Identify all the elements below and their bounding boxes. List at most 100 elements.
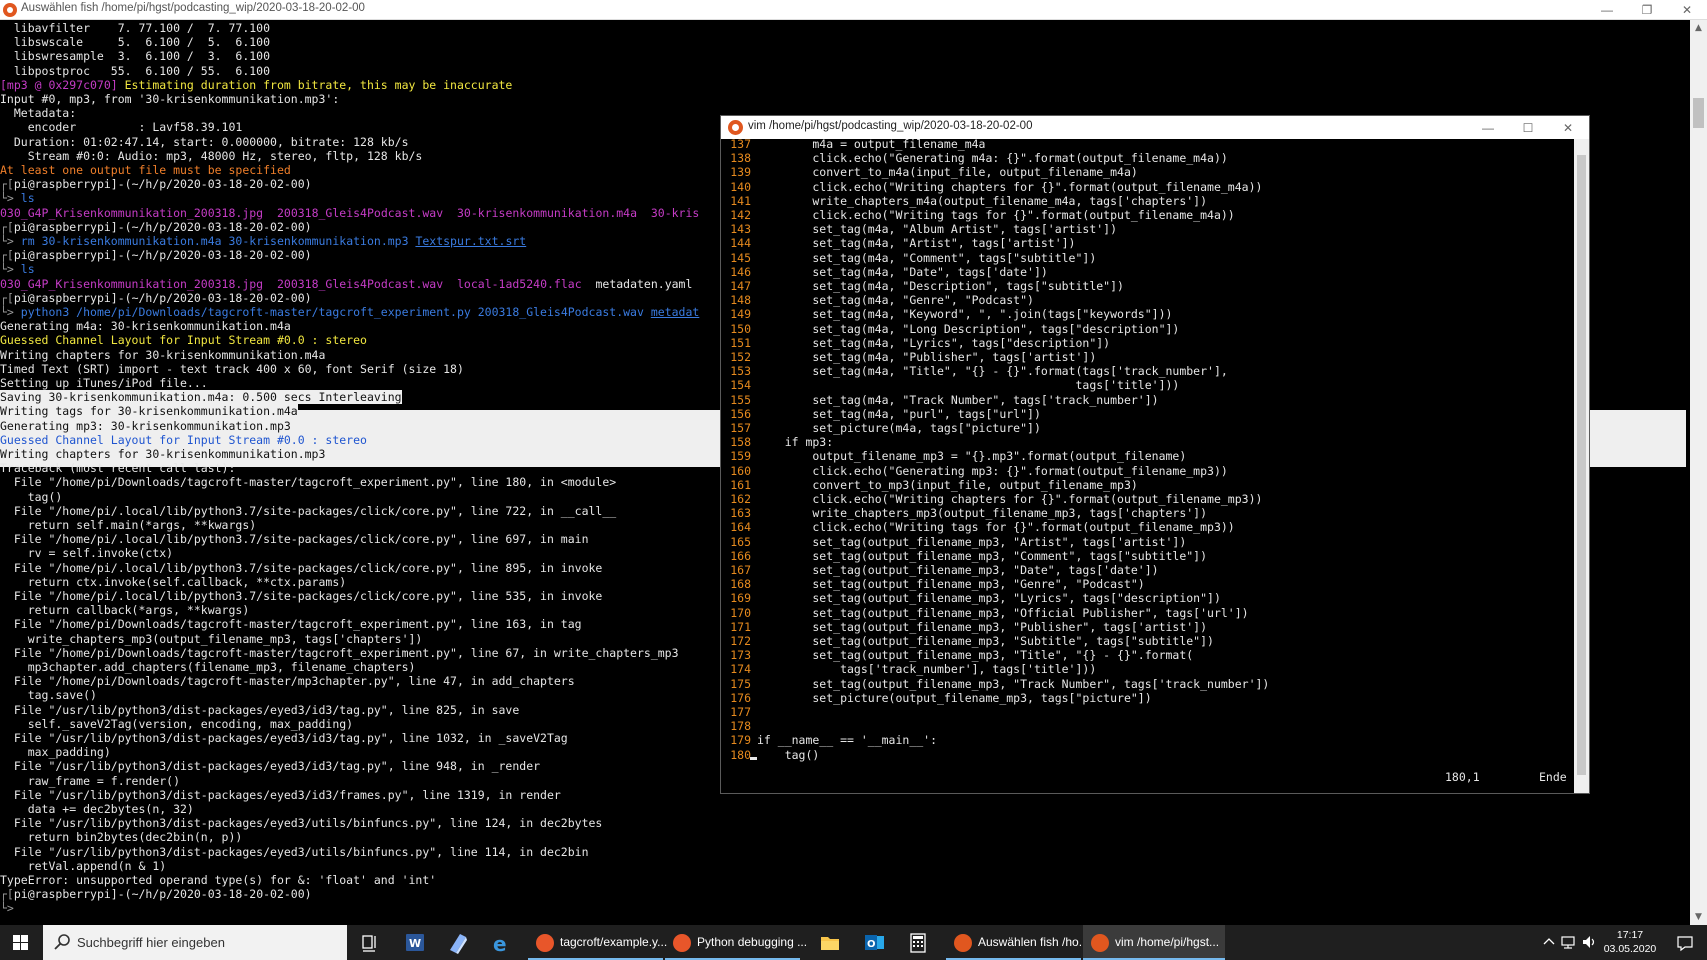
terminal-line: File "/home/pi/Downloads/tagcroft-master…: [0, 646, 679, 660]
minimize-button[interactable]: —: [1587, 0, 1627, 20]
code-text: convert_to_m4a(input_file, output_filena…: [757, 165, 1138, 180]
terminal-text: libswresample 3. 6.100 / 3. 6.100: [0, 49, 271, 64]
taskbar-app-firefox-python[interactable]: Python debugging ...: [665, 925, 807, 960]
taskbar-app-fish-terminal[interactable]: Auswählen fish /ho...: [946, 925, 1089, 960]
terminal-text: Writing chapters for 30-krisenkommunikat…: [0, 347, 326, 362]
vim-code-line: 146 set_tag(m4a, "Date", tags['date']): [721, 265, 1048, 279]
vim-code-line: 154 tags['title'])): [721, 378, 1179, 392]
clock-time[interactable]: 17:17: [1601, 929, 1659, 941]
close-button[interactable]: ✕: [1667, 0, 1707, 20]
outlook-button[interactable]: O: [852, 925, 896, 960]
scrollbar-thumb[interactable]: [1693, 98, 1704, 128]
terminal-line: libswscale 5. 6.100 / 5. 6.100: [0, 35, 270, 49]
word-button[interactable]: W: [392, 925, 436, 960]
terminal-text: └>: [0, 234, 21, 248]
maximize-button[interactable]: ❐: [1627, 0, 1667, 20]
vim-minimize-button[interactable]: —: [1468, 118, 1508, 138]
terminal-text: ]-(~/h/p/2020-03-18-20-02-00): [110, 177, 312, 192]
terminal-text: ┌[: [0, 887, 14, 902]
vim-code-line: 162 click.echo("Writing chapters for {}"…: [721, 492, 1262, 506]
terminal-line: ┌[pi@raspberrypi]-(~/h/p/2020-03-18-20-0…: [0, 248, 312, 262]
notes-app-button[interactable]: [436, 925, 480, 960]
terminal-titlebar[interactable]: Auswählen fish /home/pi/hgst/podcasting_…: [0, 0, 1707, 20]
vim-code-line: 153 set_tag(m4a, "Title", "{} - {}".form…: [721, 364, 1228, 378]
terminal-line: File "/usr/lib/python3/dist-packages/eye…: [0, 731, 568, 745]
code-text: set_tag(m4a, "Publisher", tags['artist']…: [757, 350, 1097, 364]
terminal-text: Stream #0:0: Audio: mp3, 48000 Hz, stere…: [0, 148, 423, 163]
terminal-text: TypeError: unsupported operand type(s) f…: [0, 873, 437, 887]
line-number: 154: [730, 378, 751, 393]
line-number: 145: [730, 250, 751, 265]
code-text: set_tag(m4a, "Date", tags['date']): [757, 264, 1048, 279]
search-box[interactable]: Suchbegriff hier eingeben: [43, 925, 347, 960]
line-number: 160: [730, 463, 751, 478]
code-text: set_tag(m4a, "Track Number", tags['track…: [757, 392, 1159, 407]
network-icon[interactable]: [1560, 934, 1576, 950]
terminal-text: rv = self.invoke(ctx): [0, 546, 174, 561]
vim-code-line: 176 set_picture(output_filename_mp3, tag…: [721, 691, 1151, 705]
vim-window[interactable]: vim /home/pi/hgst/podcasting_wip/2020-03…: [720, 115, 1590, 794]
terminal-text: metadat: [650, 305, 700, 319]
terminal-line: 030_G4P_Krisenkommunikation_200318.jpg 2…: [0, 206, 699, 220]
line-number: 159: [730, 449, 751, 464]
vim-scrollbar-thumb[interactable]: [1577, 155, 1586, 775]
vim-app-icon: [728, 120, 743, 135]
vim-maximize-button[interactable]: ☐: [1508, 118, 1548, 138]
terminal-text: /home/pi/Downloads/tagcroft-master/tagcr…: [76, 305, 651, 319]
terminal-line: File "/usr/lib/python3/dist-packages/eye…: [0, 788, 561, 802]
terminal-text: metadaten.yaml: [581, 276, 693, 291]
terminal-text: ┌[: [0, 290, 14, 305]
taskbar-app-vim[interactable]: vim /home/pi/hgst...: [1083, 925, 1225, 960]
line-number: 151: [730, 335, 751, 350]
file-explorer-button[interactable]: [808, 925, 852, 960]
vim-scrollbar[interactable]: [1574, 139, 1589, 793]
edge-button[interactable]: e: [480, 925, 524, 960]
terminal-line: File "/home/pi/.local/lib/python3.7/site…: [0, 589, 603, 603]
vim-code-line: 148 set_tag(m4a, "Genre", "Podcast"): [721, 293, 1034, 307]
vim-code-line: 180 tag(): [721, 748, 819, 762]
terminal-line: Saving 30-krisenkommunikation.m4a: 0.500…: [0, 390, 402, 405]
vim-code-line: 178: [721, 719, 757, 733]
line-number: 177: [730, 705, 751, 719]
scroll-up-icon[interactable]: ▲: [1690, 20, 1707, 36]
terminal-text: File "/home/pi/.local/lib/python3.7/site…: [0, 560, 603, 575]
terminal-line: Metadata:: [0, 106, 76, 120]
notifications-icon[interactable]: [1676, 934, 1694, 952]
vim-code-line: 174 tags['track_number'], tags['title'])…: [721, 662, 1096, 676]
terminal-line: raw_frame = f.render(): [0, 774, 180, 788]
terminal-text: Input #0, mp3, from '30-krisenkommunikat…: [0, 92, 340, 106]
terminal-line: mp3chapter.add_chapters(filename_mp3, fi…: [0, 660, 416, 674]
taskbar-app-firefox-tagcroft[interactable]: tagcroft/example.y...: [528, 925, 667, 960]
scroll-down-icon[interactable]: ▼: [1690, 909, 1707, 925]
code-text: set_tag(output_filename_mp3, "Publisher"…: [757, 619, 1208, 634]
terminal-line: File "/home/pi/Downloads/tagcroft-master…: [0, 617, 582, 631]
vim-titlebar[interactable]: vim /home/pi/hgst/podcasting_wip/2020-03…: [721, 116, 1589, 139]
terminal-scrollbar[interactable]: ▲ ▼: [1690, 20, 1707, 925]
code-text: set_tag(m4a, "Album Artist", tags['artis…: [757, 222, 1118, 237]
terminal-text: Generating m4a: 30-krisenkommunikation.m…: [0, 319, 291, 334]
line-number: 137: [730, 139, 751, 151]
task-view-button[interactable]: [348, 925, 392, 960]
chevron-up-icon[interactable]: [1543, 935, 1555, 949]
code-text: set_tag(m4a, "Genre", "Podcast"): [757, 293, 1034, 308]
line-number: 175: [730, 676, 751, 691]
terminal-text: Guessed Channel Layout for Input Stream …: [0, 432, 367, 447]
vim-close-button[interactable]: ✕: [1548, 118, 1588, 138]
terminal-text: pi@raspberrypi: [13, 219, 111, 234]
vim-code-line: 149 set_tag(m4a, "Keyword", ", ".join(ta…: [721, 307, 1172, 321]
vim-editor[interactable]: 137 m4a = output_filename_m4a 138 click.e…: [721, 139, 1574, 793]
terminal-line: write_chapters_mp3(output_filename_mp3, …: [0, 631, 423, 646]
terminal-line: Guessed Channel Layout for Input Stream …: [0, 333, 367, 347]
volume-icon[interactable]: [1581, 934, 1597, 950]
svg-text:O: O: [867, 939, 876, 950]
line-number: 170: [730, 605, 751, 620]
line-number: 146: [730, 264, 751, 279]
line-number: 139: [730, 165, 751, 180]
calculator-button[interactable]: [896, 925, 940, 960]
clock-date[interactable]: 03.05.2020: [1601, 943, 1659, 955]
code-text: set_tag(m4a, "Comment", tags["subtitle"]…: [757, 250, 1097, 265]
start-button[interactable]: [0, 925, 42, 960]
vim-cursor: [750, 756, 757, 760]
terminal-text: write_chapters_mp3(output_filename_mp3, …: [0, 631, 423, 646]
taskbar-app-label: tagcroft/example.y...: [560, 935, 668, 949]
